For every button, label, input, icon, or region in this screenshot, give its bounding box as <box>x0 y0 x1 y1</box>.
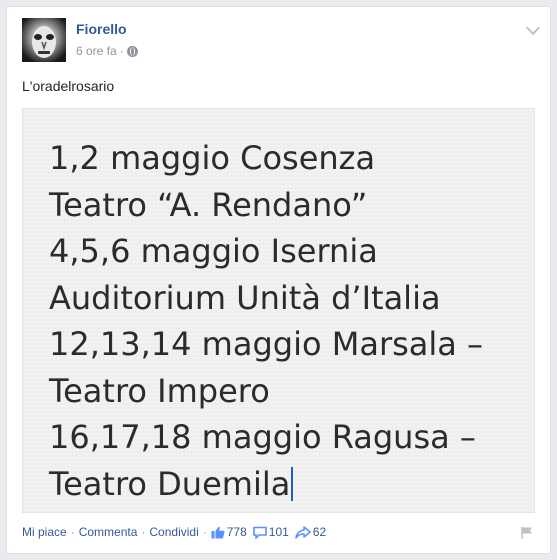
action-separator: · <box>141 525 146 539</box>
likes-count[interactable]: 778 <box>211 525 247 539</box>
meta-separator: · <box>119 44 124 58</box>
photo-line: 16,17,18 maggio Ragusa – <box>49 418 476 456</box>
text-cursor <box>291 466 294 501</box>
like-button[interactable]: Mi piace <box>22 525 67 539</box>
action-separator: · <box>70 525 75 539</box>
photo-line: 4,5,6 maggio Isernia <box>49 232 378 270</box>
photo-text: 1,2 maggio Cosenza Teatro “A. Rendano” 4… <box>49 135 483 507</box>
photo-line: Teatro Impero <box>49 371 270 410</box>
globe-icon[interactable] <box>126 45 138 57</box>
share-button[interactable]: Condividi <box>149 525 198 539</box>
post-text: L'oradelrosario <box>22 78 115 94</box>
photo-line: Teatro “A. Rendano” <box>49 185 368 224</box>
post-photo[interactable]: 1,2 maggio Cosenza Teatro “A. Rendano” 4… <box>22 108 535 513</box>
post-card: Fiorello 6 ore fa · L'oradelrosario 1,2 … <box>6 6 551 554</box>
share-arrow-icon <box>295 525 311 539</box>
post-meta: 6 ore fa · <box>76 44 138 58</box>
flag-icon[interactable] <box>520 526 534 545</box>
post-actions: Mi piace · Commenta · Condividi · 778 10… <box>22 525 332 539</box>
photo-line: Teatro Duemila <box>49 464 291 503</box>
photo-line-last: Teatro Duemila <box>49 461 483 508</box>
chevron-down-icon[interactable] <box>525 20 541 36</box>
photo-line: 12,13,14 maggio Marsala – <box>49 325 484 363</box>
likes-count-value: 778 <box>226 525 247 539</box>
avatar[interactable] <box>22 18 66 62</box>
photo-line: 1,2 maggio Cosenza <box>49 139 376 177</box>
comments-count[interactable]: 101 <box>252 525 289 539</box>
avatar-face-icon <box>32 26 56 58</box>
author-name[interactable]: Fiorello <box>76 21 127 37</box>
comments-count-value: 101 <box>268 525 289 539</box>
photo-line: Auditorium Unità d’Italia <box>49 278 441 317</box>
action-separator: · <box>202 525 207 539</box>
comment-bubble-icon <box>252 526 267 539</box>
comment-button[interactable]: Commenta <box>79 525 138 539</box>
shares-count[interactable]: 62 <box>295 525 326 539</box>
post-timestamp[interactable]: 6 ore fa <box>76 44 117 58</box>
thumbs-up-icon <box>211 526 225 538</box>
shares-count-value: 62 <box>312 525 327 539</box>
